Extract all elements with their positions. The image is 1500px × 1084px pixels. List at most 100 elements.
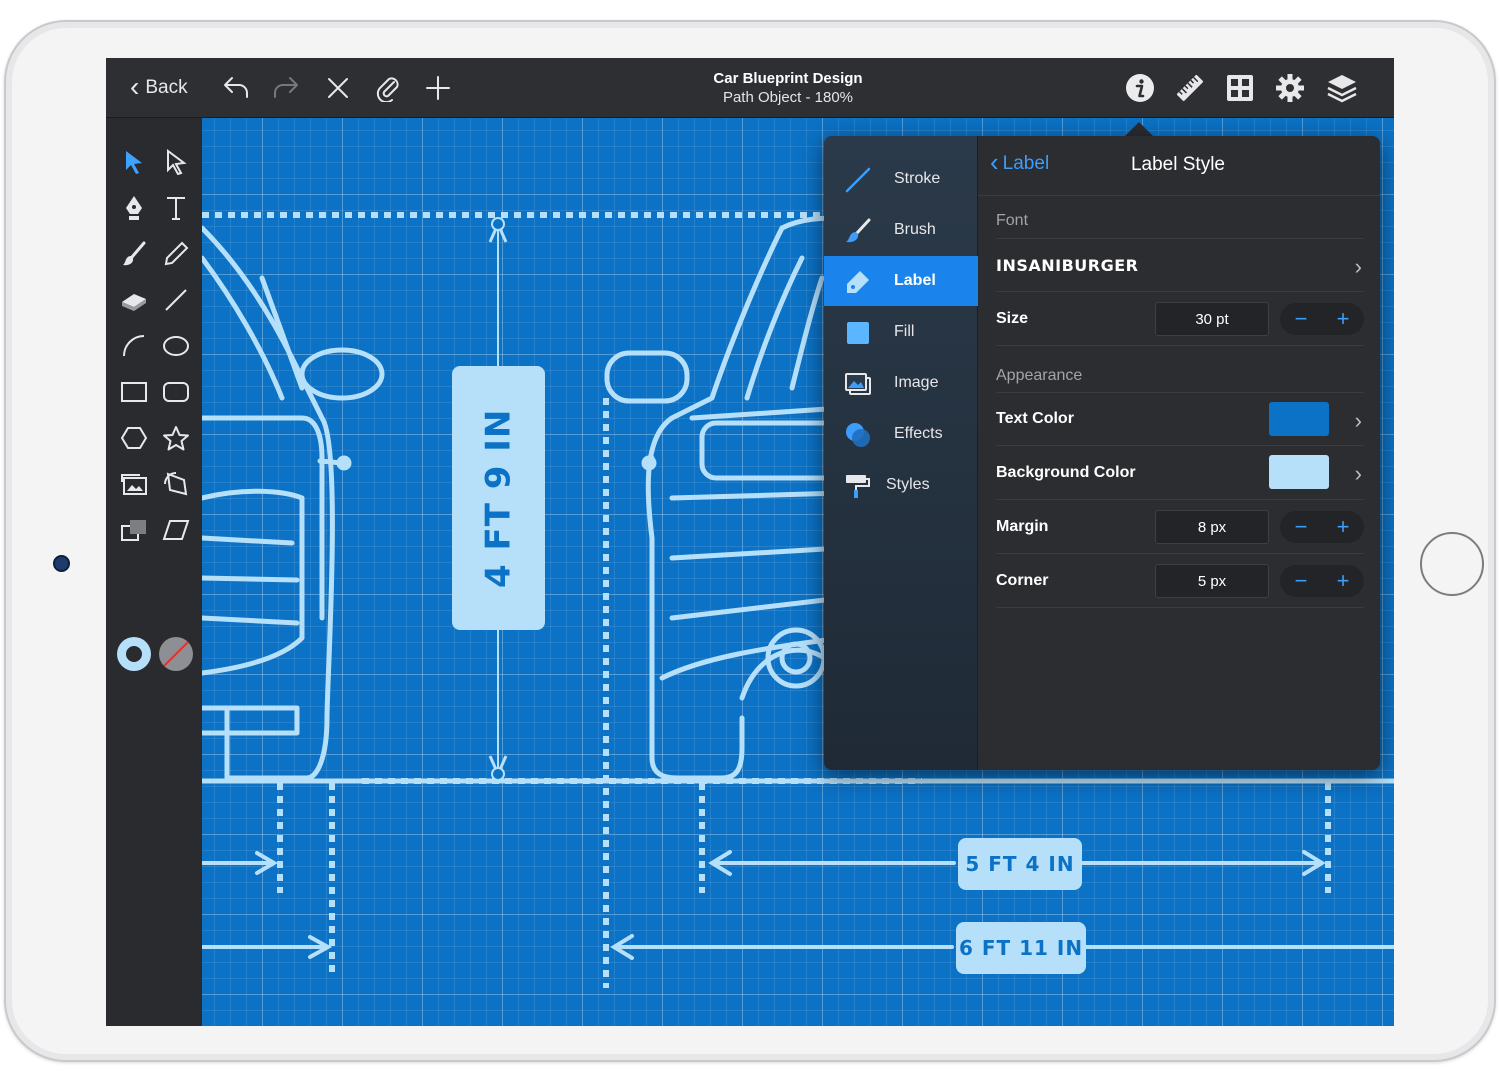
sidebar-item-styles[interactable]: Styles	[824, 460, 978, 510]
rectangle-icon	[121, 382, 147, 402]
dimension-label-length[interactable]: 6 FT 11 IN	[956, 922, 1086, 974]
info-icon	[1126, 74, 1154, 102]
delete-button[interactable]	[320, 72, 356, 104]
sidebar-item-fill[interactable]: Fill	[824, 307, 978, 357]
sidebar-item-brush[interactable]: Brush	[824, 205, 978, 255]
font-name: INSANIBURGER	[996, 255, 1139, 275]
margin-increment-button[interactable]: +	[1322, 514, 1364, 540]
fill-icon	[847, 322, 869, 344]
image-tool[interactable]	[116, 466, 152, 502]
fill-color-well[interactable]	[158, 636, 194, 672]
text-tool[interactable]	[158, 190, 194, 226]
label-style-popover: Stroke Brush Label Fill Image Effects St…	[824, 136, 1380, 770]
size-input[interactable]: 30 pt	[1155, 302, 1269, 336]
chevron-right-icon: ›	[1354, 254, 1362, 279]
document-title-area: Car Blueprint Design Path Object - 180%	[646, 70, 930, 108]
background-color-label: Background Color	[996, 463, 1136, 481]
corner-increment-button[interactable]: +	[1322, 568, 1364, 594]
sidebar-item-effects[interactable]: Effects	[824, 409, 978, 459]
pencil-tool[interactable]	[158, 236, 194, 272]
undo-icon	[224, 77, 248, 98]
brush-tool[interactable]	[116, 236, 152, 272]
settings-button[interactable]	[1272, 72, 1308, 104]
hexagon-icon	[120, 427, 148, 449]
sidebar-item-label: Stroke	[894, 170, 941, 187]
star-tool[interactable]	[158, 420, 194, 456]
direct-select-tool[interactable]	[158, 144, 194, 180]
section-title-appearance: Appearance	[996, 367, 1083, 384]
eraser-tool[interactable]	[116, 282, 152, 318]
sidebar-item-label: Brush	[894, 221, 936, 238]
back-button[interactable]: ‹ Back	[130, 72, 188, 104]
font-picker-row[interactable]: INSANIBURGER ›	[996, 238, 1364, 292]
ellipse-tool[interactable]	[158, 328, 194, 364]
chevron-right-icon: ›	[1354, 461, 1362, 486]
no-fill-icon	[159, 637, 193, 671]
dimension-label-width[interactable]: 5 FT 4 IN	[958, 838, 1082, 890]
chevron-right-icon: ›	[1354, 408, 1362, 433]
front-camera	[53, 555, 70, 572]
sidebar-item-label: Styles	[886, 476, 930, 493]
undo-button[interactable]	[218, 72, 254, 104]
arc-icon	[123, 335, 145, 357]
line-tool[interactable]	[158, 282, 194, 318]
background-color-row[interactable]: Background Color ›	[996, 446, 1364, 500]
polygon-tool[interactable]	[116, 420, 152, 456]
add-button[interactable]	[420, 72, 456, 104]
select-tool[interactable]	[116, 144, 152, 180]
paperclip-icon	[376, 77, 399, 102]
ruler-icon	[1176, 74, 1204, 102]
layers-button[interactable]	[1324, 72, 1360, 104]
dimension-label-height[interactable]: 4 FT 9 IN	[452, 366, 545, 630]
pen-nib-icon	[126, 196, 142, 220]
grid-icon	[1227, 75, 1253, 101]
transform-tool[interactable]	[158, 466, 194, 502]
app-screen: ‹ Back Car Blueprint Design Path Object …	[106, 58, 1394, 1026]
panel-back-label: Label	[1002, 152, 1050, 174]
sidebar-item-label: Effects	[894, 425, 943, 442]
line-icon	[165, 289, 187, 311]
margin-decrement-button[interactable]: −	[1280, 514, 1322, 540]
text-color-row[interactable]: Text Color ›	[996, 392, 1364, 446]
stroke-color-well[interactable]	[116, 636, 152, 672]
info-button[interactable]	[1122, 72, 1158, 104]
stroke-icon	[845, 167, 871, 193]
rounded-rectangle-icon	[163, 382, 189, 402]
pen-tool[interactable]	[116, 190, 152, 226]
redo-button[interactable]	[268, 72, 304, 104]
label-style-panel: ‹ Label Label Style Font INSANIBURGER › …	[978, 136, 1380, 770]
skew-tool[interactable]	[158, 512, 194, 548]
corner-decrement-button[interactable]: −	[1280, 568, 1322, 594]
ruler-button[interactable]	[1172, 72, 1208, 104]
grid-button[interactable]	[1222, 72, 1258, 104]
rounded-rectangle-tool[interactable]	[158, 374, 194, 410]
home-button[interactable]	[1420, 532, 1484, 596]
sidebar-item-label: Image	[894, 374, 939, 391]
corner-row: Corner 5 px − +	[996, 554, 1364, 608]
margin-input[interactable]: 8 px	[1155, 510, 1269, 544]
eraser-icon	[122, 294, 146, 311]
crop-icon	[121, 520, 146, 541]
arc-tool[interactable]	[116, 328, 152, 364]
size-label: Size	[996, 309, 1029, 327]
pencil-icon	[164, 241, 189, 266]
panel-back-button[interactable]: ‹ Label	[990, 149, 1050, 175]
effects-icon	[846, 423, 870, 447]
parallelogram-icon	[162, 520, 190, 540]
tool-palette	[106, 118, 202, 1026]
text-color-swatch[interactable]	[1269, 402, 1329, 436]
background-color-swatch[interactable]	[1269, 455, 1329, 489]
size-decrement-button[interactable]: −	[1280, 306, 1322, 332]
sidebar-item-label: Fill	[894, 323, 915, 340]
attach-button[interactable]	[370, 72, 406, 104]
rectangle-tool[interactable]	[116, 374, 152, 410]
size-increment-button[interactable]: +	[1322, 306, 1364, 332]
label-icon	[847, 271, 869, 293]
crop-tool[interactable]	[116, 512, 152, 548]
layers-icon	[1327, 75, 1357, 103]
sidebar-item-label-active[interactable]: Label	[824, 256, 978, 306]
corner-input[interactable]: 5 px	[1155, 564, 1269, 598]
sidebar-item-stroke[interactable]: Stroke	[824, 154, 978, 204]
sidebar-item-image[interactable]: Image	[824, 358, 978, 408]
image-frame-icon	[121, 474, 147, 495]
